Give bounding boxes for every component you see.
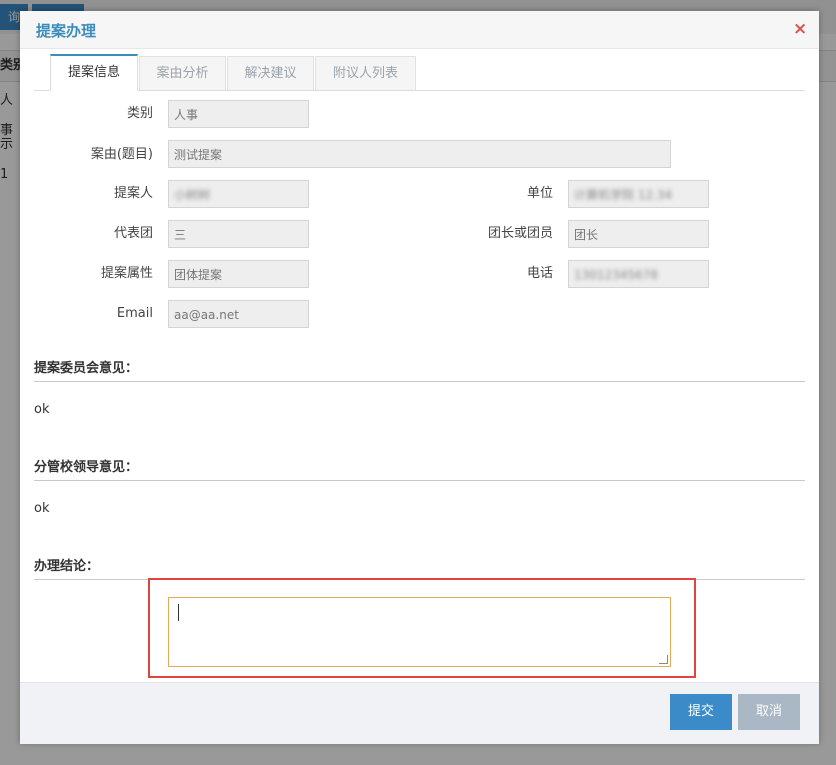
unit-label: 单位 xyxy=(526,186,553,201)
email-label: Email xyxy=(116,306,153,321)
tab-solution-suggestion[interactable]: 解决建议 xyxy=(227,56,314,90)
proposer-field[interactable]: 小树树 xyxy=(168,180,309,208)
tab-bar: 提案信息 案由分析 解决建议 附议人列表 xyxy=(34,54,805,91)
phone-label: 电话 xyxy=(526,266,553,281)
role-field[interactable]: 团长 xyxy=(568,220,709,248)
tab-cosigner-list[interactable]: 附议人列表 xyxy=(315,56,416,90)
subject-label: 案由(题目) xyxy=(90,147,153,162)
tab-cause-analysis[interactable]: 案由分析 xyxy=(139,56,226,90)
proposal-type-label: 提案属性 xyxy=(100,266,153,281)
committee-opinion-text: ok xyxy=(34,402,50,417)
dialog-header: 提案办理 × xyxy=(20,11,819,49)
unit-field[interactable]: 计算机学院 12.34 xyxy=(568,180,709,208)
proposal-type-field[interactable]: 团体提案 xyxy=(168,260,309,288)
proposer-value: 小树树 xyxy=(174,188,211,202)
conclusion-textarea[interactable] xyxy=(168,597,671,667)
leader-opinion-title: 分管校领导意见： xyxy=(34,460,139,475)
cancel-button[interactable]: 取消 xyxy=(738,694,800,730)
proposal-handling-dialog: 提案办理 × 提案信息 案由分析 解决建议 附议人列表 类别 人事 案由(题目)… xyxy=(20,11,819,744)
phone-field[interactable]: 13012345678 xyxy=(568,260,709,288)
dialog-footer: 提交 取消 xyxy=(20,682,819,744)
committee-opinion-title: 提案委员会意见： xyxy=(34,361,139,376)
resize-handle-icon[interactable] xyxy=(659,655,668,664)
tab-proposal-info[interactable]: 提案信息 xyxy=(50,54,138,91)
text-caret xyxy=(178,604,179,621)
leader-opinion-text: ok xyxy=(34,501,50,516)
phone-value: 13012345678 xyxy=(574,268,658,282)
leader-opinion-divider xyxy=(34,480,805,481)
close-icon[interactable]: × xyxy=(793,19,807,39)
unit-value: 计算机学院 12.34 xyxy=(574,188,673,202)
subject-field[interactable]: 测试提案 xyxy=(168,140,671,168)
proposer-label: 提案人 xyxy=(113,186,153,201)
committee-opinion-divider xyxy=(34,381,805,382)
category-field[interactable]: 人事 xyxy=(168,100,309,128)
dialog-title: 提案办理 xyxy=(36,22,97,40)
category-label: 类别 xyxy=(126,106,153,121)
role-label: 团长或团员 xyxy=(487,226,553,241)
delegation-field[interactable]: 三 xyxy=(168,220,309,248)
submit-button[interactable]: 提交 xyxy=(670,694,732,730)
delegation-label: 代表团 xyxy=(113,226,153,241)
conclusion-title: 办理结论： xyxy=(34,559,100,574)
email-field[interactable]: aa@aa.net xyxy=(168,300,309,328)
